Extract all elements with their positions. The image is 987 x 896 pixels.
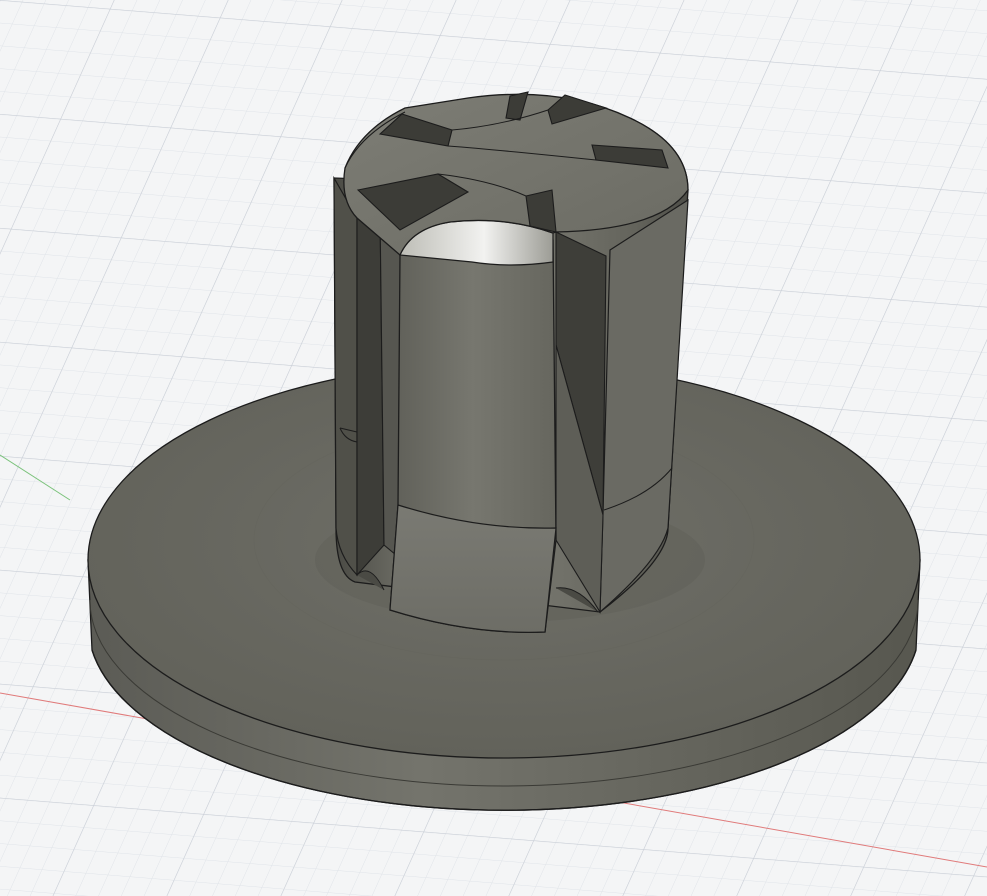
- 3d-canvas[interactable]: [0, 0, 987, 896]
- snap-finger-front[interactable]: [389, 219, 557, 633]
- design-viewport[interactable]: [0, 0, 987, 896]
